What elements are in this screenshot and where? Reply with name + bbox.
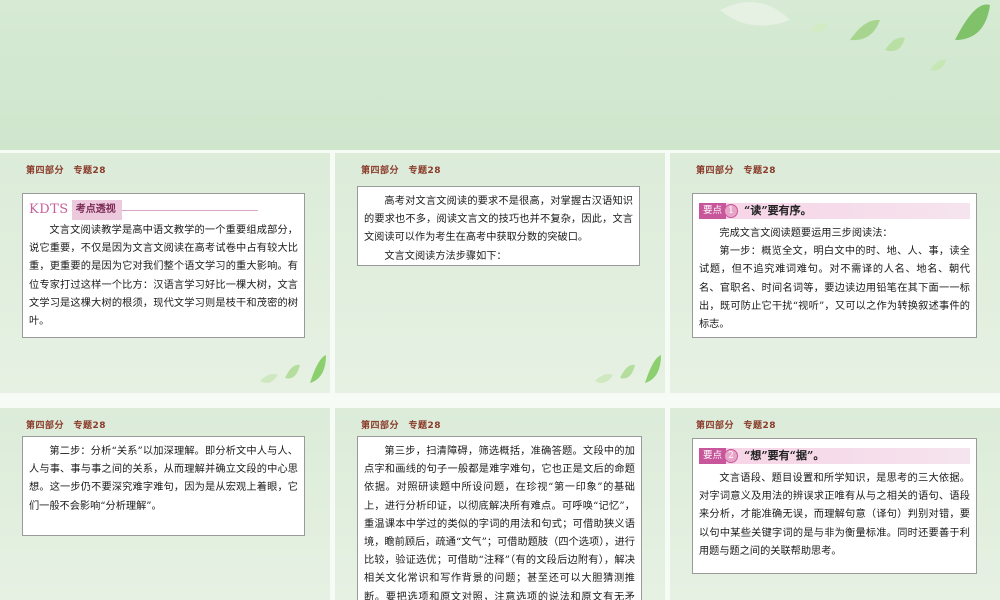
key-point-banner: 要点 1 “读”要有序。 xyxy=(699,203,970,219)
kdts-logo: KDTS xyxy=(29,201,69,217)
heading-rule xyxy=(121,209,258,211)
key-point-number: 1 xyxy=(724,204,739,218)
text-box: 要点 1 “读”要有序。 完成文言文阅读题要运用三步阅读法： 第一步：概览全文，… xyxy=(692,193,977,338)
key-point-badge: 要点 xyxy=(699,448,727,464)
kdts-heading: KDTS 考点透视 xyxy=(29,199,298,221)
text-box: 要点 2 “想”要有“据”。 文言语段、题目设置和所学知识，是思考的三大依据。对… xyxy=(692,438,977,574)
slide-5[interactable]: 第四部分 专题28 第三步，扫清障碍，筛选概括，准确答题。文段中的加点字和画线的… xyxy=(335,408,665,600)
leaf-decoration-icon xyxy=(720,2,990,71)
kdts-tag: 考点透视 xyxy=(71,199,122,221)
slide-6[interactable]: 第四部分 专题28 要点 2 “想”要有“据”。 文言语段、题目设置和所学知识，… xyxy=(670,408,1000,600)
slide-3[interactable]: 第四部分 专题28 要点 1 “读”要有序。 完成文言文阅读题要运用三步阅读法：… xyxy=(670,153,1000,393)
key-point-badge: 要点 xyxy=(699,203,727,219)
key-point-title: “读”要有序。 xyxy=(744,203,812,217)
section-header: 第四部分 专题28 xyxy=(361,166,442,176)
section-header: 第四部分 专题28 xyxy=(361,421,442,431)
text-box: 第三步，扫清障碍，筛选概括，准确答题。文段中的加点字和画线的句子一般都是难字难句… xyxy=(357,436,642,600)
key-point-banner: 要点 2 “想”要有“据”。 xyxy=(699,448,970,464)
paragraph: 第三步，扫清障碍，筛选概括，准确答题。文段中的加点字和画线的句子一般都是难字难句… xyxy=(364,446,635,600)
slide-1[interactable]: 第四部分 专题28 KDTS 考点透视 文言文阅读教学是高中语文教学的一个重要组… xyxy=(0,153,330,393)
paragraph: 第二步：分析“关系”以加深理解。即分析文中人与人、人与事、事与事之间的关系，从而… xyxy=(29,446,298,512)
paragraph: 文言文阅读教学是高中语文教学的一个重要组成部分，说它重要，不仅是因为文言文阅读在… xyxy=(29,225,298,328)
section-header: 第四部分 专题28 xyxy=(696,421,777,431)
text-box: 高考对文言文阅读的要求不是很高，对掌握古汉语知识的要求也不多，阅读文言文的技巧也… xyxy=(357,186,640,266)
section-header: 第四部分 专题28 xyxy=(26,166,107,176)
title-banner xyxy=(0,0,1000,150)
slide-2[interactable]: 第四部分 专题28 高考对文言文阅读的要求不是很高，对掌握古汉语知识的要求也不多… xyxy=(335,153,665,393)
paragraph: 高考对文言文阅读的要求不是很高，对掌握古汉语知识的要求也不多，阅读文言文的技巧也… xyxy=(364,196,633,244)
divider xyxy=(0,393,1000,408)
section-header: 第四部分 专题28 xyxy=(26,421,107,431)
text-box: 第二步：分析“关系”以加深理解。即分析文中人与人、人与事、事与事之间的关系，从而… xyxy=(22,436,305,536)
section-header: 第四部分 专题28 xyxy=(696,166,777,176)
leaf-decoration-icon xyxy=(595,355,661,383)
leaf-decoration-icon xyxy=(260,355,326,383)
paragraph: 完成文言文阅读题要运用三步阅读法： xyxy=(719,228,893,239)
key-point-number: 2 xyxy=(724,449,739,463)
paragraph: 文言语段、题目设置和所学知识，是思考的三大依据。对字词意义及用法的辨误求正唯有从… xyxy=(699,473,970,557)
paragraph: 文言文阅读方法步骤如下： xyxy=(384,250,507,262)
paragraph: 第一步：概览全文，明白文中的时、地、人、事，读全试题，但不追究难词难句。对不需译… xyxy=(699,246,970,331)
text-box: KDTS 考点透视 文言文阅读教学是高中语文教学的一个重要组成部分，说它重要，不… xyxy=(22,193,305,338)
slide-4[interactable]: 第四部分 专题28 第二步：分析“关系”以加深理解。即分析文中人与人、人与事、事… xyxy=(0,408,330,600)
key-point-title: “想”要有“据”。 xyxy=(744,448,825,462)
